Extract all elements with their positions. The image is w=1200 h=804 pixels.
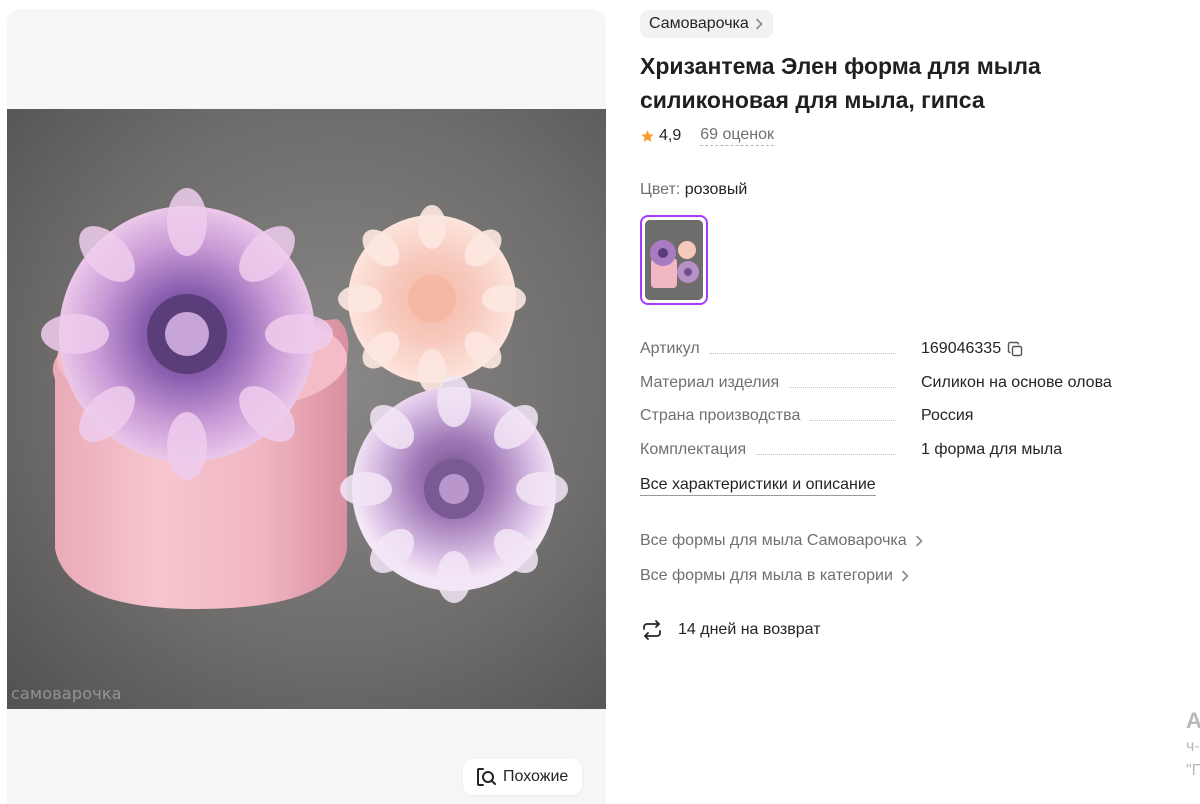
leader-dots bbox=[756, 453, 896, 455]
spec-key: Комплектация bbox=[640, 440, 747, 458]
article-number: 169046335 bbox=[921, 340, 1002, 357]
brand-chip[interactable]: Самоварочка bbox=[640, 10, 773, 38]
spec-key: Артикул bbox=[640, 340, 700, 357]
chevron-right-icon bbox=[901, 570, 909, 582]
brand-forms-label: Все формы для мыла Самоварочка bbox=[640, 532, 907, 549]
cutoff-text: А bbox=[1186, 708, 1200, 733]
spec-value: 1 форма для мыла bbox=[921, 440, 1063, 458]
leader-dots bbox=[810, 420, 896, 421]
star-icon bbox=[640, 129, 655, 144]
cutoff-text: ч- bbox=[1186, 738, 1200, 755]
spec-row: Комплектация 1 форма для мыла bbox=[640, 441, 1140, 475]
spec-row: Материал изделия Силикон на основе олова bbox=[640, 374, 1140, 408]
spec-key: Материал изделия bbox=[640, 373, 780, 391]
all-specs-link[interactable]: Все характеристики и описание bbox=[640, 476, 876, 496]
cutoff-text: "Г bbox=[1186, 762, 1200, 779]
product-title: Хризантема Элен форма для мыла силиконов… bbox=[640, 53, 1041, 113]
image-search-icon bbox=[475, 766, 497, 788]
color-value: розовый bbox=[684, 181, 748, 198]
spec-value: Силикон на основе олова bbox=[921, 373, 1112, 391]
copy-icon[interactable] bbox=[1007, 341, 1024, 358]
photo-watermark: самоварочка bbox=[11, 684, 122, 703]
color-line: Цвет: розовый bbox=[640, 181, 747, 199]
swatch-thumbnail bbox=[645, 220, 703, 300]
rating-score: 4,9 bbox=[659, 127, 682, 144]
chevron-right-icon bbox=[755, 18, 763, 30]
product-photo-image bbox=[7, 109, 606, 709]
chevron-right-icon bbox=[915, 535, 923, 547]
return-arrows-icon bbox=[640, 618, 664, 642]
return-policy: 14 дней на возврат bbox=[640, 618, 821, 642]
category-forms-link[interactable]: Все формы для мыла в категории bbox=[640, 567, 909, 585]
leader-dots bbox=[709, 353, 896, 354]
product-photo[interactable]: самоварочка bbox=[7, 109, 606, 709]
spec-value: Россия bbox=[921, 407, 974, 424]
rating: 4,9 69 оценок bbox=[640, 126, 775, 146]
spec-key: Страна производства bbox=[640, 407, 801, 424]
leader-dots bbox=[789, 386, 896, 388]
similar-button-label: Похожие bbox=[503, 768, 569, 785]
color-label: Цвет: bbox=[640, 181, 681, 198]
brand-forms-link[interactable]: Все формы для мыла Самоварочка bbox=[640, 532, 923, 550]
category-forms-label: Все формы для мыла в категории bbox=[640, 567, 893, 584]
similar-button[interactable]: Похожие bbox=[463, 759, 583, 795]
reviews-link[interactable]: 69 оценок bbox=[700, 126, 775, 146]
brand-name: Самоварочка bbox=[649, 15, 749, 32]
spec-row: Артикул 169046335 bbox=[640, 340, 1140, 374]
return-policy-text: 14 дней на возврат bbox=[678, 621, 821, 638]
color-swatch-selected[interactable] bbox=[640, 215, 708, 305]
spec-row: Страна производства Россия bbox=[640, 407, 1140, 441]
product-gallery: самоварочка Похожие bbox=[7, 9, 606, 804]
spec-list: Артикул 169046335 Материал изделия Силик… bbox=[640, 340, 1140, 474]
